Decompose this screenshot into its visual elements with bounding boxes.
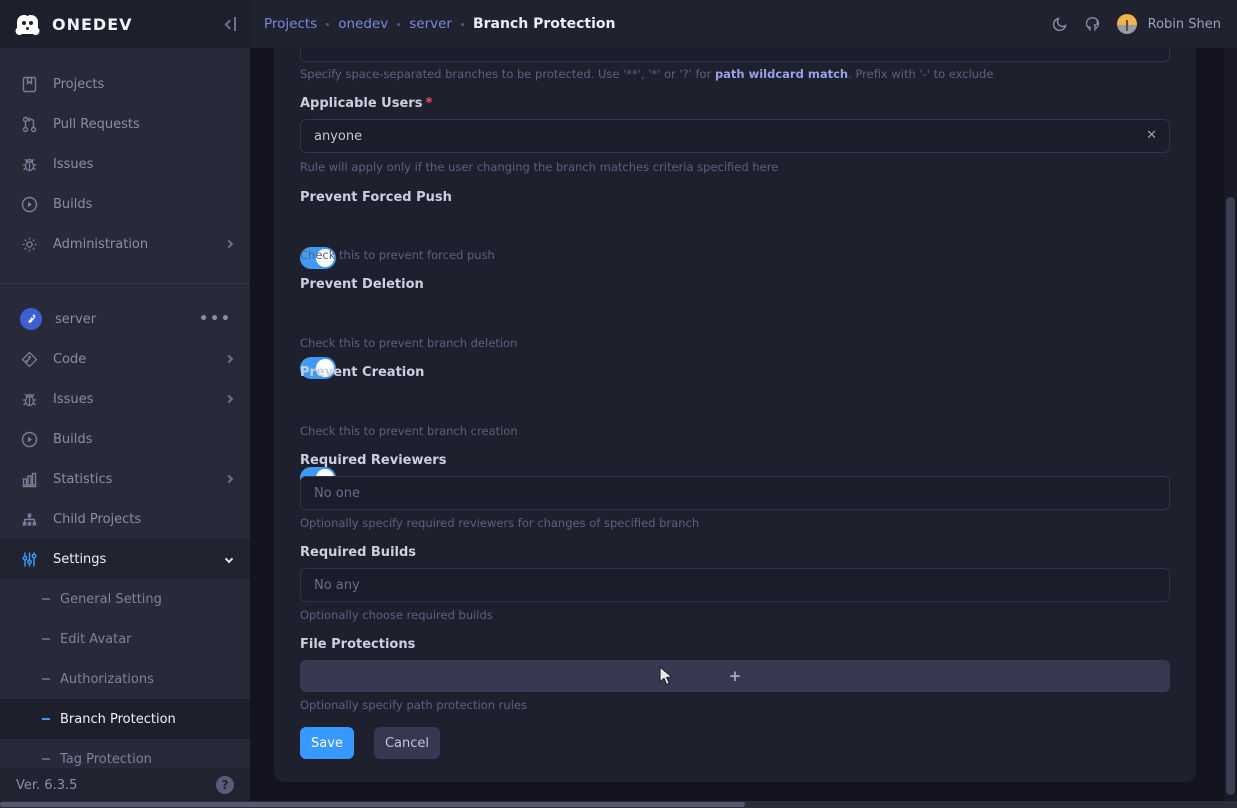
git-branch-icon: [20, 350, 38, 368]
required-asterisk: *: [425, 96, 432, 111]
breadcrumb-onedev[interactable]: onedev: [338, 16, 388, 32]
brand-name: ONEDEV: [52, 15, 226, 34]
applicable-users-help: Rule will apply only if the user changin…: [300, 160, 778, 174]
required-builds-help: Optionally choose required builds: [300, 608, 493, 622]
gear-icon: [20, 235, 38, 253]
sidebar-item-authorizations[interactable]: Authorizations: [0, 659, 250, 699]
horizontal-scrollbar[interactable]: [0, 801, 1237, 808]
sidebar-item-project-issues[interactable]: Issues: [0, 379, 250, 419]
help-icon[interactable]: ?: [216, 776, 234, 794]
main-content: Specify space-separated branches to be p…: [250, 48, 1237, 808]
sidebar-item-edit-avatar[interactable]: Edit Avatar: [0, 619, 250, 659]
chevron-right-icon: [225, 240, 233, 248]
required-reviewers-label: Required Reviewers: [300, 453, 446, 468]
path-wildcard-match-link[interactable]: path wildcard match: [715, 67, 848, 81]
sidebar-item-child-projects[interactable]: Child Projects: [0, 499, 250, 539]
moon-icon[interactable]: [1051, 15, 1069, 33]
vertical-scrollbar-thumb[interactable]: [1226, 197, 1235, 795]
chevron-right-icon: [225, 475, 233, 483]
horizontal-scrollbar-thumb[interactable]: [0, 802, 745, 807]
file-protections-label: File Protections: [300, 637, 415, 652]
clear-icon[interactable]: ✕: [1146, 128, 1157, 144]
breadcrumb-projects[interactable]: Projects: [264, 16, 317, 32]
bug-icon: [20, 155, 38, 173]
play-circle-icon: [20, 195, 38, 213]
logo-bar: ONEDEV: [0, 0, 250, 48]
sidebar-item-branch-protection[interactable]: Branch Protection: [0, 699, 250, 739]
prevent-creation-label: Prevent Creation: [300, 365, 424, 380]
hierarchy-icon: [20, 510, 38, 528]
prevent-deletion-help: Check this to prevent branch deletion: [300, 336, 517, 350]
sidebar: ONEDEV Projects Pull Requests: [0, 0, 250, 808]
user-avatar[interactable]: [1117, 14, 1137, 34]
applicable-users-label: Applicable Users*: [300, 96, 432, 111]
version-label: Ver. 6.3.5: [16, 778, 216, 793]
github-icon[interactable]: [1084, 15, 1102, 33]
onedev-logo-icon[interactable]: [14, 11, 41, 38]
file-protections-help: Optionally specify path protection rules: [300, 698, 527, 712]
prevent-creation-help: Check this to prevent branch creation: [300, 424, 518, 438]
topbar: Projects onedev server Branch Protection…: [250, 0, 1237, 48]
bug-icon: [20, 390, 38, 408]
prevent-forced-push-help: Check this to prevent forced push: [300, 248, 495, 262]
project-menu-icon[interactable]: •••: [199, 311, 232, 327]
required-builds-input[interactable]: [300, 568, 1170, 602]
breadcrumb-server[interactable]: server: [409, 16, 452, 32]
play-circle-icon: [20, 430, 38, 448]
plus-icon: +: [729, 667, 742, 685]
sidebar-item-statistics[interactable]: Statistics: [0, 459, 250, 499]
pull-request-icon: [20, 115, 38, 133]
chevron-down-icon: [225, 555, 233, 563]
cancel-button[interactable]: Cancel: [374, 727, 440, 759]
sidebar-item-issues[interactable]: Issues: [0, 144, 250, 184]
sidebar-item-builds[interactable]: Builds: [0, 184, 250, 224]
sliders-icon: [20, 550, 38, 568]
page-title: Branch Protection: [473, 16, 615, 32]
applicable-users-input[interactable]: [300, 119, 1170, 153]
onedev-app: ONEDEV Projects Pull Requests: [0, 0, 1237, 808]
sidebar-collapse-button[interactable]: [226, 17, 236, 31]
vertical-scrollbar[interactable]: [1224, 48, 1237, 808]
chevron-right-icon: [225, 355, 233, 363]
prevent-deletion-label: Prevent Deletion: [300, 277, 424, 292]
applicable-branches-input[interactable]: [300, 48, 1170, 62]
breadcrumb: Projects onedev server Branch Protection: [264, 16, 1051, 32]
required-reviewers-help: Optionally specify required reviewers fo…: [300, 516, 699, 530]
prevent-forced-push-label: Prevent Forced Push: [300, 190, 452, 205]
sidebar-divider: [0, 283, 250, 284]
sidebar-item-general-setting[interactable]: General Setting: [0, 579, 250, 619]
user-name[interactable]: Robin Shen: [1148, 17, 1221, 32]
save-button[interactable]: Save: [300, 727, 354, 759]
project-avatar: [20, 308, 42, 330]
branch-protection-form: Specify space-separated branches to be p…: [274, 48, 1196, 782]
sidebar-item-server-project[interactable]: server •••: [0, 299, 250, 339]
required-builds-label: Required Builds: [300, 545, 416, 560]
file-protections-add-button[interactable]: +: [300, 660, 1170, 692]
sidebar-item-projects[interactable]: Projects: [0, 64, 250, 104]
required-reviewers-input[interactable]: [300, 476, 1170, 510]
applicable-branches-help: Specify space-separated branches to be p…: [300, 67, 993, 81]
chevron-right-icon: [225, 395, 233, 403]
sidebar-item-administration[interactable]: Administration: [0, 224, 250, 264]
bar-chart-icon: [20, 470, 38, 488]
sidebar-item-pull-requests[interactable]: Pull Requests: [0, 104, 250, 144]
sidebar-item-project-builds[interactable]: Builds: [0, 419, 250, 459]
book-icon: [20, 75, 38, 93]
sidebar-footer: Ver. 6.3.5 ?: [0, 768, 250, 802]
sidebar-item-settings[interactable]: Settings: [0, 539, 250, 579]
chevron-left-icon: [225, 19, 235, 29]
sidebar-item-code[interactable]: Code: [0, 339, 250, 379]
